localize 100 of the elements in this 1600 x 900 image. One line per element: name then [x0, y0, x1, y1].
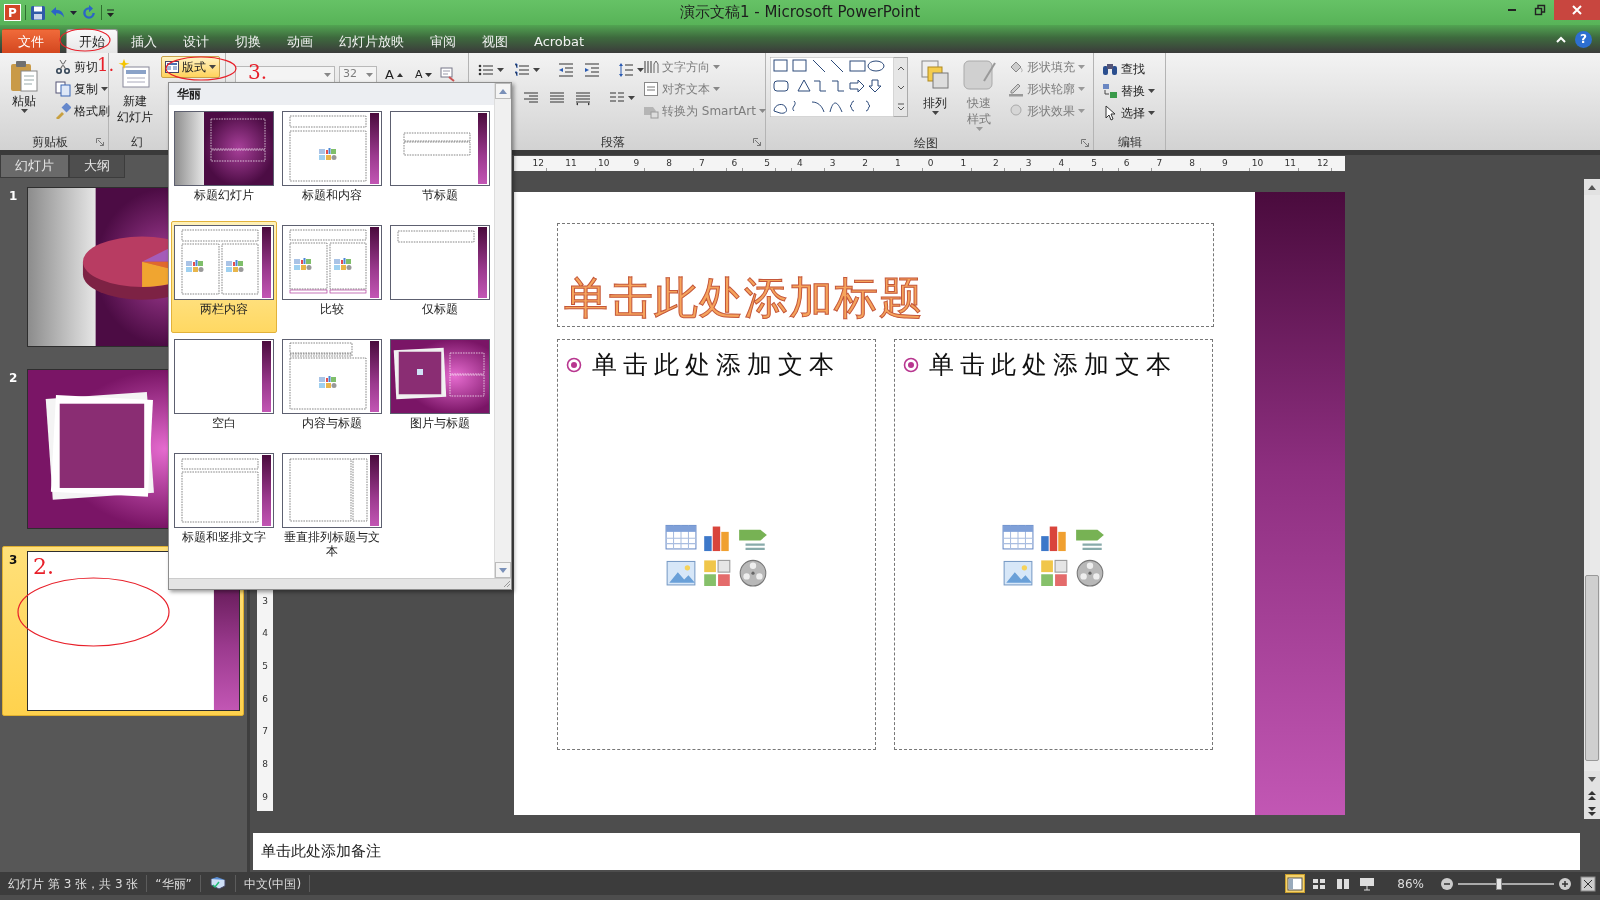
dialog-launcher-icon[interactable]: [1081, 138, 1089, 147]
layout-option[interactable]: 两栏内容: [171, 221, 277, 333]
normal-view-button[interactable]: [1285, 874, 1306, 893]
gallery-heading: 华丽: [169, 83, 494, 105]
clear-formatting-icon[interactable]: [440, 66, 457, 82]
scroll-down-button[interactable]: [495, 562, 511, 578]
ribbon-tab[interactable]: 设计: [170, 29, 222, 53]
ribbon-tab[interactable]: 切换: [222, 29, 274, 53]
cursor-icon: [1102, 105, 1118, 121]
caret-icon: [20, 109, 28, 114]
ruler-label: 6: [730, 157, 739, 170]
new-slide-button[interactable]: 新建 幻灯片: [113, 56, 157, 133]
app-logo[interactable]: P: [4, 4, 21, 21]
caret-icon: [425, 73, 433, 77]
ruler-label: 4: [1057, 157, 1066, 170]
layout-option[interactable]: 仅标题: [387, 221, 493, 333]
arrange-button[interactable]: 排列: [916, 56, 954, 135]
layout-button[interactable]: 版式: [161, 56, 220, 78]
ribbon-tab[interactable]: 插入: [118, 29, 170, 53]
collapse-ribbon-icon[interactable]: [1555, 34, 1567, 44]
paste-button[interactable]: 粘贴: [4, 56, 44, 133]
layout-option[interactable]: 图片与标题: [387, 335, 493, 447]
notes-field[interactable]: 单击此处添加备注: [253, 833, 1580, 870]
zoom-out-icon[interactable]: [1440, 876, 1454, 891]
scroll-up-button[interactable]: [1584, 179, 1600, 195]
content-placeholder[interactable]: 单击此处添加文本: [557, 339, 876, 750]
copy-button[interactable]: 复制: [51, 78, 114, 100]
ruler-label: 10: [1250, 157, 1265, 170]
ruler-label: 7: [697, 157, 706, 170]
previous-slide-button[interactable]: [1584, 787, 1600, 803]
find-button[interactable]: 查找: [1098, 58, 1159, 80]
paint-bucket-icon: [1008, 59, 1024, 75]
language-indicator[interactable]: 中文(中国): [235, 875, 311, 892]
scrollbar-thumb[interactable]: [1585, 575, 1599, 761]
layout-option[interactable]: 内容与标题: [279, 335, 385, 447]
fit-to-window-icon[interactable]: [1580, 876, 1596, 892]
slide-thumbnail[interactable]: [26, 551, 240, 711]
shapes-gallery-drawing[interactable]: [770, 57, 894, 117]
scroll-down-button[interactable]: [1584, 771, 1600, 787]
ribbon-tab[interactable]: Acrobat: [521, 29, 598, 53]
format-painter-button[interactable]: 格式刷: [51, 100, 114, 122]
layout-option[interactable]: 节标题: [387, 107, 493, 219]
group-label: 剪贴板: [32, 133, 68, 151]
caret-icon: [533, 68, 540, 72]
zoom-slider-thumb[interactable]: [1496, 877, 1503, 890]
grow-font-button[interactable]: A: [381, 66, 407, 84]
distribute-icon: [575, 90, 591, 106]
redo-icon[interactable]: [81, 4, 97, 21]
ruler-label: 2: [992, 157, 1000, 170]
zoom-in-icon[interactable]: [1558, 876, 1572, 891]
ruler-label: 12: [531, 157, 546, 170]
ribbon-tab[interactable]: 审阅: [417, 29, 469, 53]
ruler-label: 8: [1188, 157, 1196, 170]
shrink-font-button[interactable]: A: [410, 66, 437, 84]
close-button[interactable]: [1554, 0, 1600, 20]
numbering-icon: [514, 62, 530, 78]
caret-icon: [209, 65, 216, 69]
spell-check-icon[interactable]: [208, 875, 227, 892]
help-button[interactable]: ?: [1575, 30, 1592, 48]
layout-option[interactable]: 标题和内容: [279, 107, 385, 219]
ruler-label: 9: [1220, 157, 1229, 170]
ruler-label: 6: [261, 692, 269, 706]
panel-tab[interactable]: 大纲: [69, 155, 125, 178]
ruler-label: 3: [828, 157, 837, 170]
ribbon-tab[interactable]: 开始: [66, 29, 118, 53]
panel-tab[interactable]: 幻灯片: [0, 155, 69, 178]
scrollbar[interactable]: [1584, 179, 1600, 819]
ruler-label: 5: [1090, 157, 1098, 170]
normal-view-icon: [1287, 875, 1304, 892]
scroll-up-button[interactable]: [495, 83, 511, 99]
caret-icon: [975, 127, 983, 132]
content-placeholder[interactable]: 单击此处添加文本: [894, 339, 1213, 750]
ruler-label: 1: [894, 157, 902, 170]
dialog-launcher-icon[interactable]: [753, 137, 761, 146]
layout-option[interactable]: 比较: [279, 221, 385, 333]
ribbon-tab[interactable]: 幻灯片放映: [326, 29, 417, 53]
zoom-level[interactable]: 86%: [1397, 874, 1424, 893]
layout-option[interactable]: 标题幻灯片: [171, 107, 277, 219]
ruler-label: 4: [795, 157, 804, 170]
ribbon-tab[interactable]: 动画: [274, 29, 326, 53]
replace-button[interactable]: 替换: [1098, 80, 1159, 102]
ribbon-tab[interactable]: 视图: [469, 29, 521, 53]
dialog-launcher-icon[interactable]: [96, 137, 104, 146]
annotation-label: 1.: [97, 56, 115, 74]
caret-icon: [70, 10, 77, 15]
ribbon-tab[interactable]: 文件: [2, 29, 60, 53]
theme-name[interactable]: “华丽”: [147, 875, 201, 892]
layout-option[interactable]: 垂直排列标题与文本: [279, 449, 385, 561]
select-button[interactable]: 选择: [1098, 102, 1159, 124]
align-right-icon: [523, 90, 539, 106]
customize-toolbar-icon[interactable]: [106, 7, 115, 18]
next-slide-button[interactable]: [1584, 803, 1600, 819]
save-icon[interactable]: [30, 4, 46, 21]
ruler-label: 5: [763, 157, 771, 170]
layout-option[interactable]: 空白: [171, 335, 277, 447]
group-label: 幻: [131, 133, 143, 151]
resize-grip-icon[interactable]: [502, 579, 511, 588]
replace-icon: [1102, 83, 1118, 99]
ruler-label: 0: [926, 157, 935, 170]
align-text-icon: [643, 81, 659, 97]
